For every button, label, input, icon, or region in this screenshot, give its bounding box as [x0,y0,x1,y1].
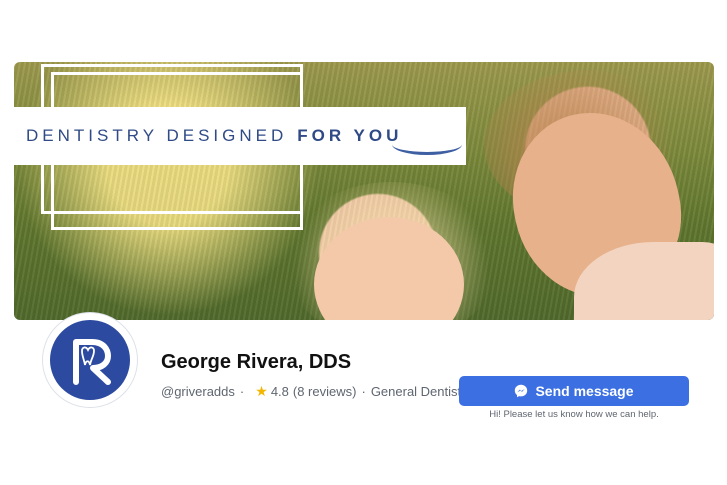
separator-dot: · [239,384,245,399]
separator-dot: · [361,384,366,399]
rating-value: 4.8 [270,384,289,399]
reviews-link[interactable]: (8 reviews) [293,384,357,399]
star-icon: ★ [255,383,268,399]
r-tooth-logo-icon [50,320,130,400]
category: General Dentist [370,384,462,399]
handle[interactable]: @griveradds [161,384,235,399]
page-title: George Rivera, DDS [161,351,352,373]
profile-avatar[interactable] [42,312,138,408]
send-message-hint: Hi! Please let us know how we can help. [489,409,659,420]
profile-meta: @griveradds · ★ 4.8 (8 reviews) · Genera… [161,383,461,400]
messenger-icon [514,384,528,398]
headline-emphasis: FOR YOU [297,126,403,145]
smile-underline-icon [392,134,462,155]
cover-photo[interactable]: DENTISTRY DESIGNED FOR YOU [14,62,714,320]
send-message-label: Send message [535,383,634,399]
send-message-button[interactable]: Send message [459,376,689,406]
headline-text: DENTISTRY DESIGNED [26,126,288,145]
